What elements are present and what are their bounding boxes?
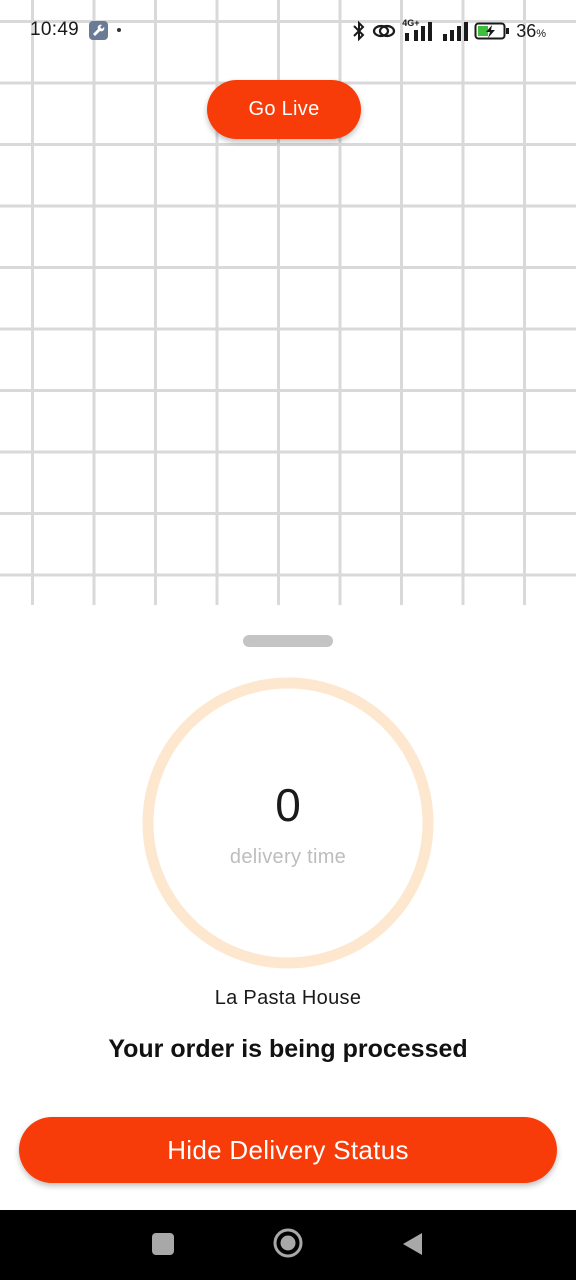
signal-icon: [443, 22, 469, 41]
notification-dot-icon: [117, 28, 121, 32]
navigation-bar: [0, 1210, 576, 1280]
battery-charging-icon: [474, 22, 510, 40]
restaurant-name: La Pasta House: [214, 987, 362, 1009]
battery-percent: 36%: [516, 20, 546, 41]
link-icon: [373, 24, 396, 38]
delivery-status-sheet: 0 delivery time La Pasta House Your orde…: [0, 605, 576, 1210]
status-time: 10:49: [30, 19, 80, 40]
hide-delivery-status-button[interactable]: Hide Delivery Status: [19, 1117, 557, 1183]
status-bar: 10:49 4G+ 36%: [0, 0, 576, 62]
bluetooth-icon: [353, 20, 365, 42]
home-icon[interactable]: [272, 1227, 304, 1259]
recents-icon[interactable]: [152, 1233, 174, 1255]
go-live-button[interactable]: Go Live: [207, 80, 361, 139]
delivery-time-label: delivery time: [229, 846, 347, 868]
status-icons: 4G+ 36%: [352, 18, 546, 44]
delivery-time-value: 0: [275, 779, 301, 831]
order-status-message: Your order is being processed: [108, 1035, 468, 1063]
back-icon[interactable]: [400, 1231, 424, 1257]
wrench-icon: [89, 21, 108, 40]
signal-4g-icon: 4G+: [402, 18, 436, 42]
drag-handle[interactable]: [243, 635, 333, 647]
